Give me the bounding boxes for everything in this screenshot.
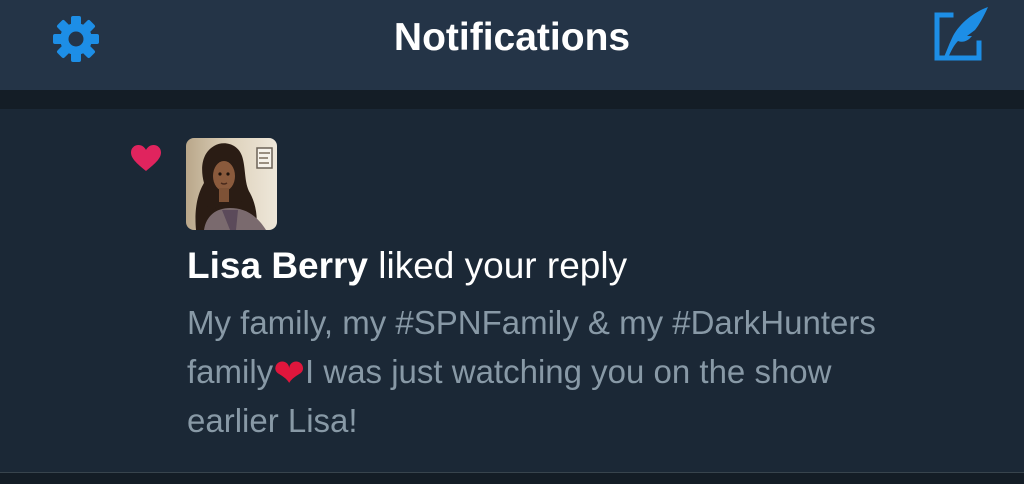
- notification-action-text: liked your reply: [368, 245, 628, 286]
- section-divider: [0, 90, 1024, 109]
- page-title: Notifications: [393, 16, 631, 59]
- compose-tweet-button[interactable]: [930, 5, 992, 67]
- user-name-link[interactable]: Lisa Berry: [187, 245, 368, 286]
- heart-emoji: ❤: [273, 351, 306, 395]
- tweet-line: My family, my #SPNFamily & my #DarkHunte…: [187, 304, 876, 341]
- heart-icon: [131, 145, 161, 171]
- tweet-line-part: family: [187, 353, 274, 390]
- section-divider: [0, 473, 1024, 484]
- notification-headline: Lisa Berry liked your reply: [187, 240, 987, 292]
- tweet-text: My family, my #SPNFamily & my #DarkHunte…: [187, 298, 997, 445]
- compose-quill-icon: [934, 7, 988, 61]
- avatar[interactable]: [186, 138, 277, 230]
- top-navigation-bar: Notifications: [0, 0, 1024, 90]
- tweet-line: family❤I was just watching you on the sh…: [187, 347, 997, 396]
- tweet-line-part: I was just watching you on the show: [305, 353, 832, 390]
- tweet-line: earlier Lisa!: [187, 402, 358, 439]
